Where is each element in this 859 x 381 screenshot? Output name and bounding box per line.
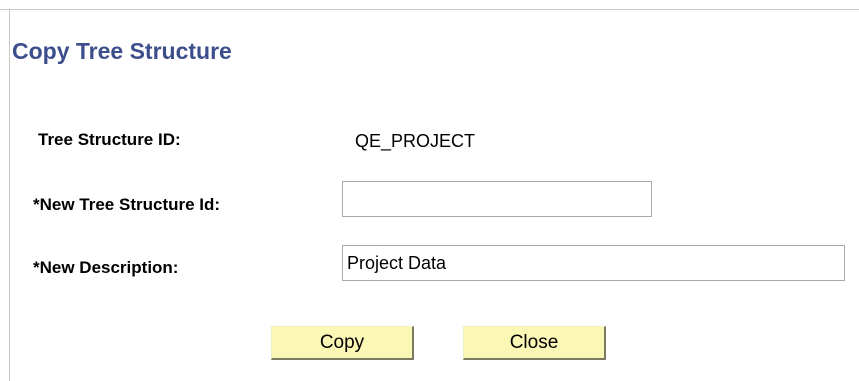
new-description-label: *New Description:: [33, 258, 179, 277]
page-title: Copy Tree Structure: [12, 38, 232, 64]
frame-left-border: [9, 9, 10, 381]
copy-button[interactable]: Copy: [271, 326, 414, 360]
close-button[interactable]: Close: [463, 326, 606, 360]
frame-top-border: [0, 9, 859, 10]
new-description-input[interactable]: [342, 245, 845, 281]
tree-structure-id-value: QE_PROJECT: [355, 131, 476, 151]
new-tree-structure-id-label: *New Tree Structure Id:: [33, 195, 221, 214]
new-tree-structure-id-input[interactable]: [342, 181, 652, 217]
tree-structure-id-label: Tree Structure ID:: [38, 130, 181, 149]
